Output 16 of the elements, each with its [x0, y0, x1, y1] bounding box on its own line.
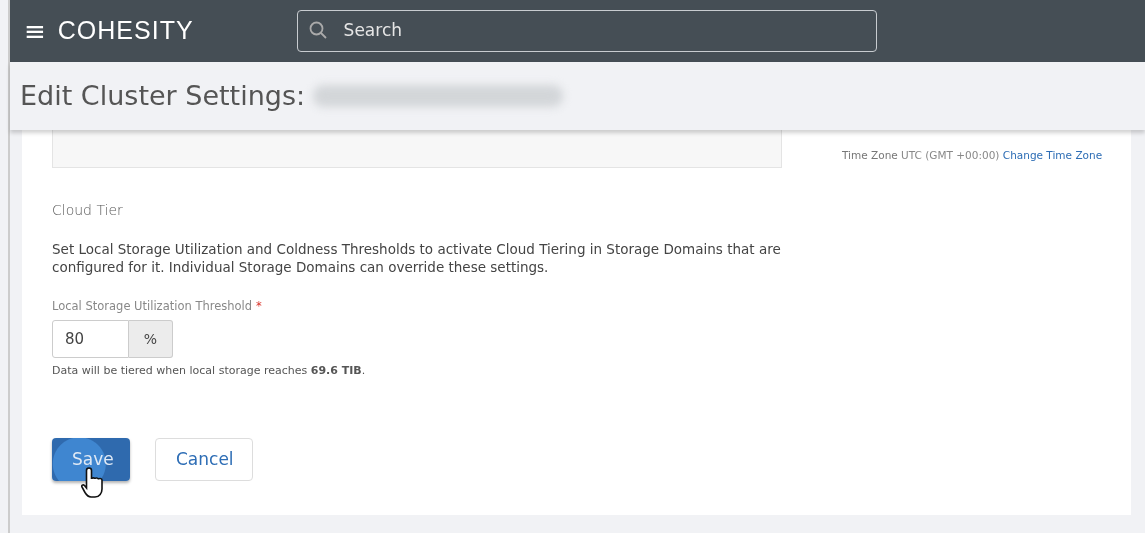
help-text: Data will be tiered when local storage reaches 69.6 TIB.: [52, 363, 367, 380]
required-mark: *: [256, 299, 262, 314]
section-heading: Cloud Tier: [52, 201, 124, 220]
time-zone-text: Time Zone UTC (GMT +00:00) Change Time Zone: [842, 148, 1103, 163]
threshold-input[interactable]: 80: [52, 320, 129, 359]
field-label: Local Storage Utilization Threshold: [52, 299, 253, 314]
cancel-button[interactable]: Cancel: [155, 437, 253, 481]
menu-icon[interactable]: ≡: [24, 18, 46, 44]
search-field[interactable]: Search: [296, 10, 877, 52]
search-icon: [308, 21, 327, 39]
logo: COHESITY: [57, 15, 194, 47]
section-description: Set Local Storage Utilization and Coldness Thresholds to activate Cloud Tiering in Storage Domains that are configured for it. Individual Storage Domains can override these settings.: [52, 241, 782, 277]
change-time-zone-link[interactable]: Change Time Zone: [1002, 149, 1103, 161]
page-title: Edit Cluster Settings:: [20, 78, 306, 113]
save-button[interactable]: Save: [52, 437, 130, 481]
unit-addon: %: [129, 320, 173, 359]
